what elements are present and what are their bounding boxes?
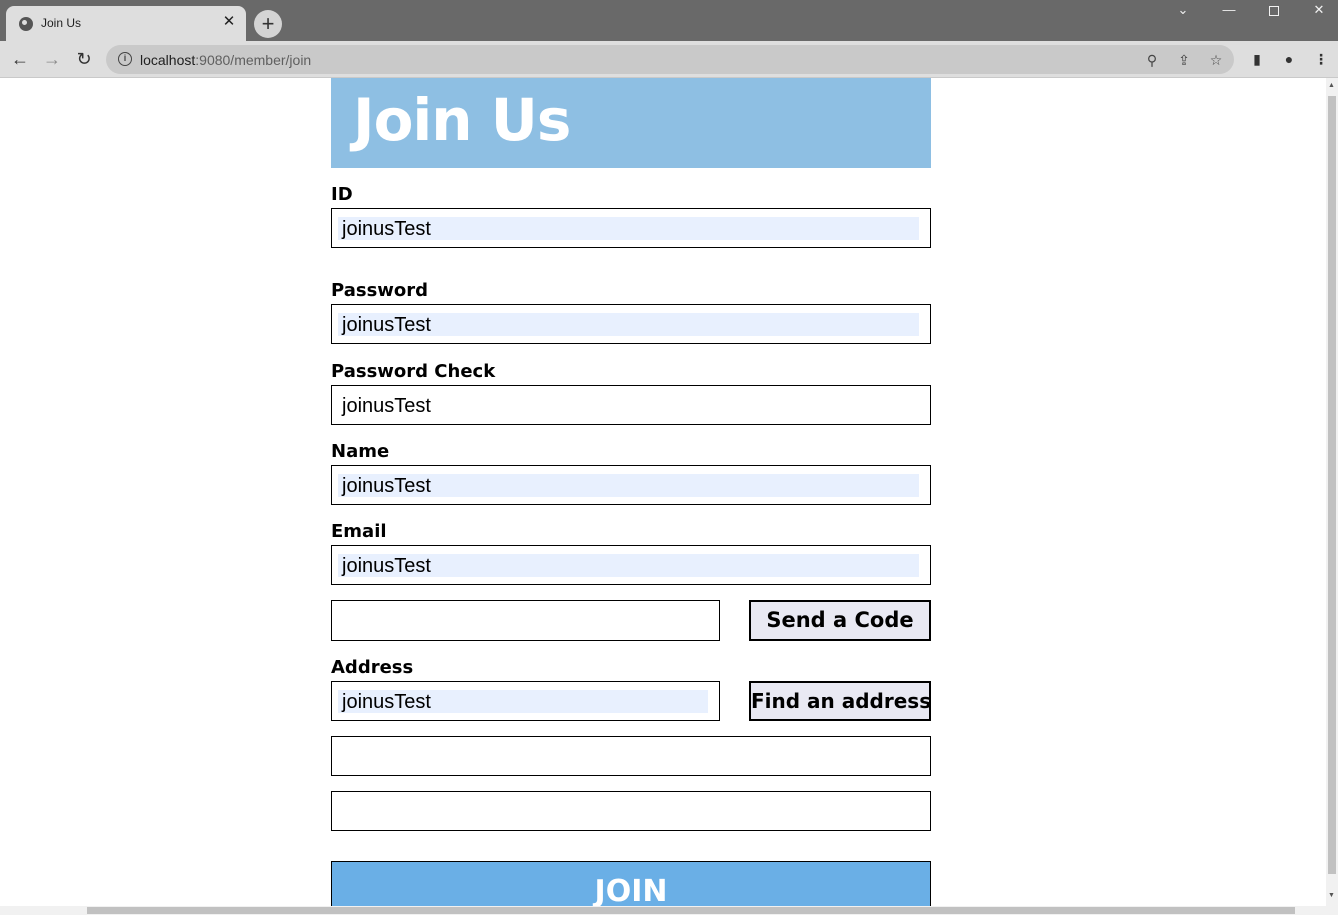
- scroll-down-arrow-icon[interactable]: ▼: [1328, 892, 1335, 899]
- name-label: Name: [331, 441, 390, 462]
- address-label: Address: [331, 657, 414, 678]
- password-check-value: joinusTest: [342, 395, 431, 417]
- join-button-label: JOIN: [594, 874, 668, 906]
- side-panel-icon[interactable]: ▮: [1247, 49, 1267, 69]
- email-input[interactable]: joinusTest: [331, 545, 931, 585]
- address-input[interactable]: joinusTest: [331, 681, 720, 721]
- find-address-button[interactable]: Find an address: [749, 681, 931, 721]
- address-detail-input-1[interactable]: [331, 736, 931, 776]
- bookmark-star-icon[interactable]: ☆: [1206, 50, 1226, 70]
- vertical-scrollbar[interactable]: ▲ ▼: [1326, 78, 1338, 906]
- page-banner: Join Us: [331, 78, 931, 168]
- minimize-button[interactable]: —: [1206, 0, 1252, 20]
- browser-tab[interactable]: Join Us ✕: [6, 6, 246, 41]
- password-check-input[interactable]: joinusTest: [331, 385, 931, 425]
- menu-icon[interactable]: ⋮: [1311, 49, 1331, 69]
- profile-icon[interactable]: ●: [1279, 49, 1299, 69]
- id-label: ID: [331, 184, 353, 205]
- url-host: localhost: [140, 52, 196, 68]
- close-window-button[interactable]: ✕: [1296, 0, 1338, 20]
- password-value: joinusTest: [342, 314, 431, 336]
- globe-icon: [19, 17, 33, 31]
- browser-toolbar: ← → ↻ i localhost:9080/member/join ⚲ ⇪ ☆…: [0, 41, 1338, 78]
- name-value: joinusTest: [342, 475, 431, 497]
- password-input[interactable]: joinusTest: [331, 304, 931, 344]
- id-value: joinusTest: [342, 218, 431, 240]
- join-button[interactable]: JOIN: [331, 861, 931, 906]
- tab-title: Join Us: [41, 16, 82, 30]
- email-label: Email: [331, 521, 387, 542]
- zoom-icon[interactable]: ⚲: [1142, 50, 1162, 70]
- close-tab-icon[interactable]: ✕: [220, 13, 238, 31]
- name-input[interactable]: joinusTest: [331, 465, 931, 505]
- forward-arrow-icon[interactable]: →: [40, 48, 64, 70]
- share-icon[interactable]: ⇪: [1174, 50, 1194, 70]
- address-value: joinusTest: [342, 691, 431, 713]
- id-input[interactable]: joinusTest: [331, 208, 931, 248]
- tab-strip: Join Us ✕ + ⌄ — ✕: [0, 0, 1338, 41]
- address-detail-input-2[interactable]: [331, 791, 931, 831]
- address-bar[interactable]: i localhost:9080/member/join ⚲ ⇪ ☆: [106, 45, 1234, 74]
- vertical-scroll-thumb[interactable]: [1328, 96, 1336, 874]
- maximize-button[interactable]: [1251, 0, 1297, 20]
- page-viewport: Join Us ID joinusTest Password joinusTes…: [0, 78, 1326, 906]
- url-text[interactable]: localhost:9080/member/join: [140, 52, 311, 68]
- email-value: joinusTest: [342, 555, 431, 577]
- password-label: Password: [331, 280, 429, 301]
- info-icon[interactable]: i: [118, 52, 132, 66]
- back-arrow-icon[interactable]: ←: [8, 48, 32, 70]
- password-check-label: Password Check: [331, 361, 496, 382]
- page-title: Join Us: [353, 86, 571, 154]
- reload-icon[interactable]: ↻: [72, 48, 96, 70]
- url-path: :9080/member/join: [195, 52, 312, 68]
- new-tab-button[interactable]: +: [254, 10, 282, 38]
- horizontal-scroll-thumb[interactable]: [87, 907, 1295, 914]
- email-code-input[interactable]: [331, 600, 720, 641]
- maximize-icon: [1269, 5, 1279, 16]
- scroll-up-arrow-icon[interactable]: ▲: [1328, 82, 1335, 89]
- send-code-button[interactable]: Send a Code: [749, 600, 931, 641]
- horizontal-scrollbar[interactable]: [0, 906, 1338, 915]
- chevron-down-icon[interactable]: ⌄: [1160, 0, 1206, 20]
